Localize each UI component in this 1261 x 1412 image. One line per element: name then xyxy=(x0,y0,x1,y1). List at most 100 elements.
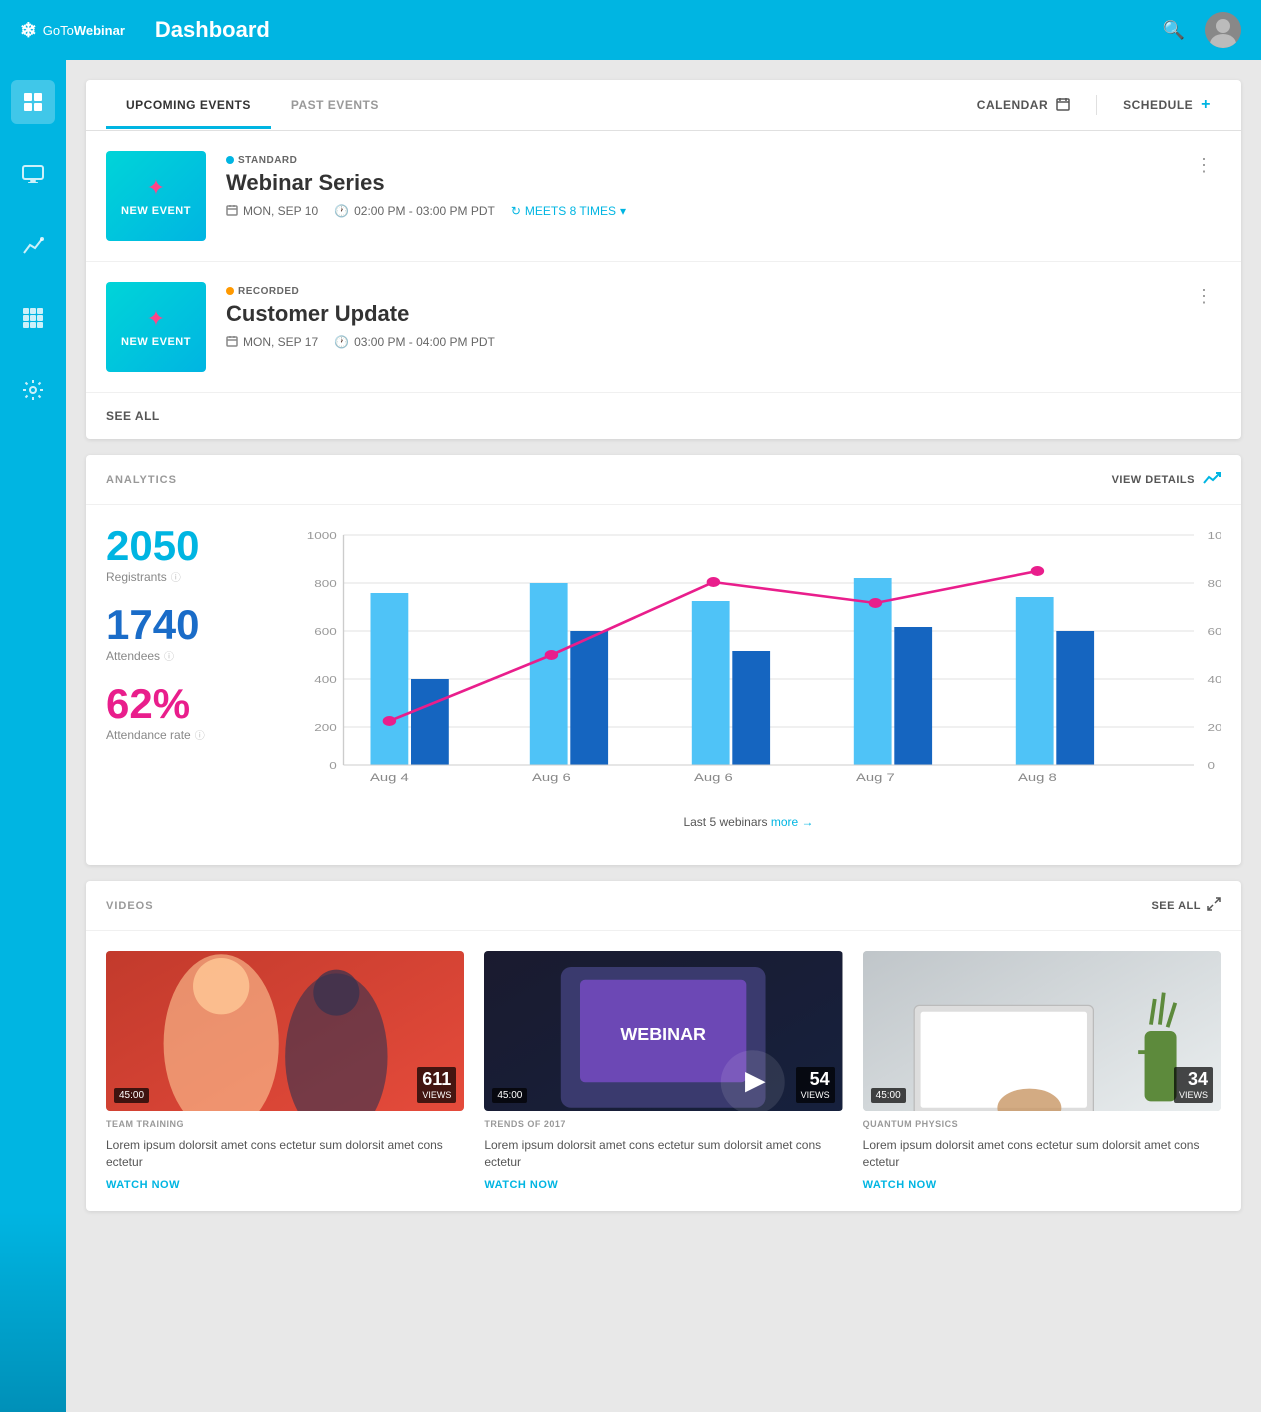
sidebar-item-analytics[interactable] xyxy=(11,224,55,268)
chart-more-link[interactable]: more → xyxy=(771,815,814,829)
svg-text:0: 0 xyxy=(1208,760,1216,772)
video-thumb-2: 45:00 34 VIEWS xyxy=(863,951,1221,1111)
sidebar-item-apps[interactable] xyxy=(11,296,55,340)
event-title-webinar: Webinar Series xyxy=(226,170,1167,196)
top-bar-actions: 🔍 xyxy=(1163,12,1241,48)
tab-past-events[interactable]: PAST EVENTS xyxy=(271,82,399,129)
calendar-button-label: CALENDAR xyxy=(977,98,1048,112)
event-thumb-webinar: ✦ NEW EVENT xyxy=(106,151,206,241)
layout: UPCOMING EVENTS PAST EVENTS CALENDAR xyxy=(0,60,1261,1412)
video-category-1: TRENDS OF 2017 xyxy=(484,1119,842,1129)
videos-header: VIDEOS SEE ALL xyxy=(86,881,1241,931)
attendance-rate-label: Attendance rate ⓘ xyxy=(106,727,246,742)
video-category-0: TEAM TRAINING xyxy=(106,1119,464,1129)
event-meta-customer: MON, SEP 17 🕐 03:00 PM - 04:00 PM PDT xyxy=(226,335,1167,350)
search-icon[interactable]: 🔍 xyxy=(1163,20,1185,41)
clock-icon-2: 🕐 xyxy=(334,335,349,349)
event-date-webinar: MON, SEP 10 xyxy=(226,204,318,219)
chevron-down-icon: ▾ xyxy=(620,204,626,218)
schedule-button[interactable]: SCHEDULE + xyxy=(1113,80,1221,130)
event-info-customer: RECORDED Customer Update xyxy=(226,282,1167,350)
video-duration-0: 45:00 xyxy=(114,1088,149,1103)
svg-text:20%: 20% xyxy=(1208,722,1222,734)
video-desc-0: Lorem ipsum dolorsit amet cons ectetur s… xyxy=(106,1137,464,1171)
video-views-0: 611 VIEWS xyxy=(417,1067,456,1103)
main-content: UPCOMING EVENTS PAST EVENTS CALENDAR xyxy=(66,60,1261,1412)
tab-upcoming-events[interactable]: UPCOMING EVENTS xyxy=(106,82,271,129)
video-duration-1: 45:00 xyxy=(492,1088,527,1103)
info-icon-attendees[interactable]: ⓘ xyxy=(164,648,174,663)
event-more-button-webinar[interactable]: ⋮ xyxy=(1187,151,1221,180)
chart-footer: Last 5 webinars more → xyxy=(276,805,1221,845)
stat-registrants: 2050 Registrants ⓘ xyxy=(106,525,246,584)
stat-attendees: 1740 Attendees ⓘ xyxy=(106,604,246,663)
registrants-value: 2050 xyxy=(106,525,246,567)
event-more-button-customer[interactable]: ⋮ xyxy=(1187,282,1221,311)
plus-icon: + xyxy=(1201,96,1211,114)
calendar-icon xyxy=(1056,97,1070,114)
videos-see-all-button[interactable]: SEE ALL xyxy=(1151,897,1221,914)
info-icon-rate[interactable]: ⓘ xyxy=(195,727,205,742)
events-tab-actions: CALENDAR SCHEDULE + xyxy=(967,80,1221,130)
svg-text:Aug 7: Aug 7 xyxy=(856,771,895,784)
attendees-label: Attendees ⓘ xyxy=(106,648,246,663)
calendar-meta-icon-2 xyxy=(226,335,238,350)
event-badge-standard: STANDARD xyxy=(226,155,297,166)
view-details-button[interactable]: VIEW DETAILS xyxy=(1112,471,1221,488)
analytics-stats: 2050 Registrants ⓘ 1740 Attendees ⓘ xyxy=(106,525,246,845)
event-star-icon: ✦ xyxy=(147,175,165,201)
svg-text:80%: 80% xyxy=(1208,578,1222,590)
sidebar-item-settings[interactable] xyxy=(11,368,55,412)
svg-text:800: 800 xyxy=(314,578,337,590)
event-thumb-label-2: NEW EVENT xyxy=(121,336,191,348)
svg-text:Aug 4: Aug 4 xyxy=(370,771,409,784)
registrants-label: Registrants ⓘ xyxy=(106,569,246,584)
divider xyxy=(1096,95,1097,115)
video-watch-button-1[interactable]: WATCH NOW xyxy=(484,1179,842,1191)
video-item-2: 45:00 34 VIEWS QUANTUM PHYSICS Lorem ips… xyxy=(863,951,1221,1191)
calendar-button[interactable]: CALENDAR xyxy=(967,81,1080,130)
video-item-1: WEBINAR 45:00 54 VIEWS TRENDS OF 2017 Lo… xyxy=(484,951,842,1191)
sidebar-item-home[interactable] xyxy=(11,80,55,124)
svg-text:60%: 60% xyxy=(1208,626,1222,638)
analytics-card: ANALYTICS VIEW DETAILS 2050 xyxy=(86,455,1241,865)
video-views-2: 34 VIEWS xyxy=(1174,1067,1213,1103)
video-thumb-0: 45:00 611 VIEWS xyxy=(106,951,464,1111)
video-duration-2: 45:00 xyxy=(871,1088,906,1103)
video-watch-button-0[interactable]: WATCH NOW xyxy=(106,1179,464,1191)
event-badge-recorded: RECORDED xyxy=(226,286,299,297)
svg-text:100%: 100% xyxy=(1208,530,1222,542)
svg-text:0: 0 xyxy=(329,760,337,772)
video-desc-2: Lorem ipsum dolorsit amet cons ectetur s… xyxy=(863,1137,1221,1171)
event-title-customer: Customer Update xyxy=(226,301,1167,327)
svg-text:400: 400 xyxy=(314,674,337,686)
event-meets-webinar[interactable]: ↻ MEETS 8 TIMES ▾ xyxy=(511,204,626,218)
page-title: Dashboard xyxy=(155,17,270,43)
calendar-meta-icon xyxy=(226,204,238,219)
event-item-customer-update: ✦ NEW EVENT RECORDED Customer Update xyxy=(86,262,1241,393)
svg-text:200: 200 xyxy=(314,722,337,734)
video-views-1: 54 VIEWS xyxy=(796,1067,835,1103)
event-star-icon-2: ✦ xyxy=(147,306,165,332)
top-bar: ❄ GoToWebinar Dashboard 🔍 xyxy=(0,0,1261,60)
stat-attendance-rate: 62% Attendance rate ⓘ xyxy=(106,683,246,742)
video-watch-button-2[interactable]: WATCH NOW xyxy=(863,1179,1221,1191)
attendance-rate-value: 62% xyxy=(106,683,246,725)
svg-text:1000: 1000 xyxy=(307,530,337,542)
event-meta-webinar: MON, SEP 10 🕐 02:00 PM - 03:00 PM PDT ↻ … xyxy=(226,204,1167,219)
attendees-value: 1740 xyxy=(106,604,246,646)
svg-text:600: 600 xyxy=(314,626,337,638)
info-icon-registrants[interactable]: ⓘ xyxy=(171,569,181,584)
clock-icon: 🕐 xyxy=(334,204,349,218)
videos-card: VIDEOS SEE ALL xyxy=(86,881,1241,1211)
analytics-body: 2050 Registrants ⓘ 1740 Attendees ⓘ xyxy=(86,505,1241,865)
videos-grid: 45:00 611 VIEWS TEAM TRAINING Lorem ipsu… xyxy=(86,931,1241,1211)
videos-title: VIDEOS xyxy=(106,900,154,912)
see-all-button[interactable]: SEE ALL xyxy=(86,393,180,439)
event-time-customer: 🕐 03:00 PM - 04:00 PM PDT xyxy=(334,335,495,349)
event-thumb-label: NEW EVENT xyxy=(121,205,191,217)
analytics-header: ANALYTICS VIEW DETAILS xyxy=(86,455,1241,505)
sidebar-item-screen[interactable] xyxy=(11,152,55,196)
sidebar xyxy=(0,60,66,1412)
avatar[interactable] xyxy=(1205,12,1241,48)
